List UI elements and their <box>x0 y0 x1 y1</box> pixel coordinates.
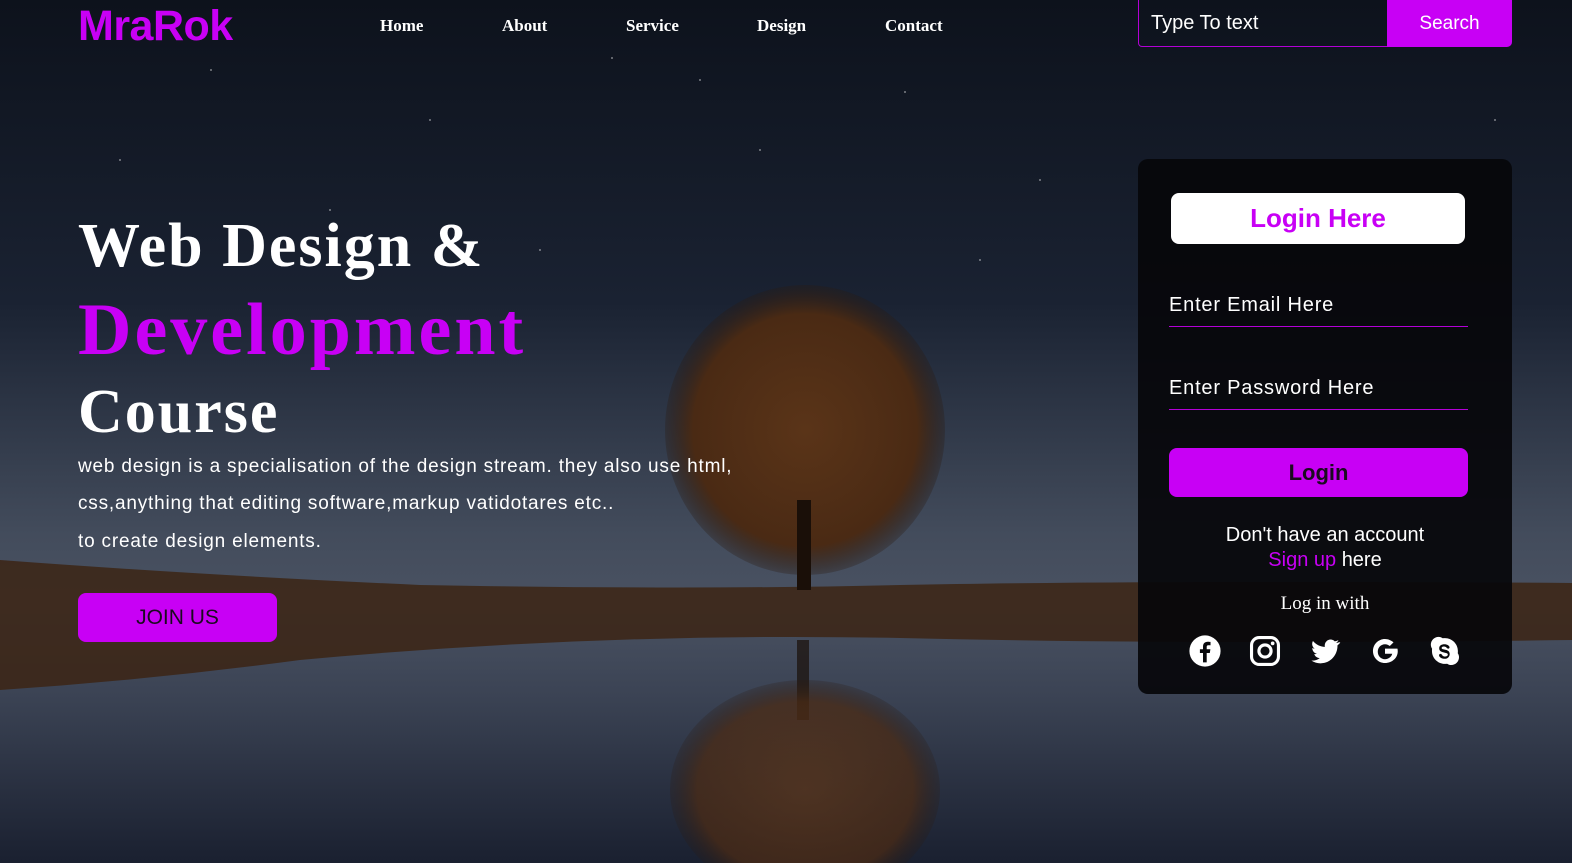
search-input[interactable] <box>1138 0 1388 47</box>
skype-icon[interactable] <box>1428 634 1462 668</box>
hero-title-line-3: Course <box>78 378 280 446</box>
search-button[interactable]: Search <box>1387 0 1512 47</box>
login-panel-title: Login Here <box>1171 193 1465 244</box>
hero-description-line-3: to create design elements. <box>78 531 322 552</box>
login-panel: Login Here Login Don't have an account S… <box>1138 159 1512 694</box>
brand-logo[interactable]: MraRok <box>78 2 233 50</box>
signup-line: Sign up here <box>1138 548 1512 573</box>
signup-suffix: here <box>1341 549 1382 571</box>
hero-title-line-2: Development <box>78 289 527 371</box>
password-field[interactable] <box>1169 368 1468 410</box>
join-us-button[interactable]: JOIN US <box>78 593 277 642</box>
nav-about[interactable]: About <box>502 15 547 37</box>
google-icon[interactable] <box>1368 634 1402 668</box>
nav-contact[interactable]: Contact <box>885 15 943 37</box>
nav-design[interactable]: Design <box>757 15 806 37</box>
facebook-icon[interactable] <box>1188 634 1222 668</box>
twitter-icon[interactable] <box>1308 634 1342 668</box>
no-account-text: Don't have an account <box>1225 524 1425 546</box>
instagram-icon[interactable] <box>1248 634 1282 668</box>
search-bar: Search <box>1138 0 1512 47</box>
login-with-label: Log in with <box>1280 593 1370 614</box>
email-field[interactable] <box>1169 285 1468 327</box>
nav-home[interactable]: Home <box>380 15 423 37</box>
hero-description-line-2: css,anything that editing software,marku… <box>78 493 615 514</box>
hero-description-line-1: web design is a specialisation of the de… <box>78 456 733 477</box>
signup-link[interactable]: Sign up <box>1268 549 1336 571</box>
nav-service[interactable]: Service <box>626 15 679 37</box>
hero-title-line-1: Web Design & <box>78 212 485 280</box>
login-button[interactable]: Login <box>1169 448 1468 497</box>
